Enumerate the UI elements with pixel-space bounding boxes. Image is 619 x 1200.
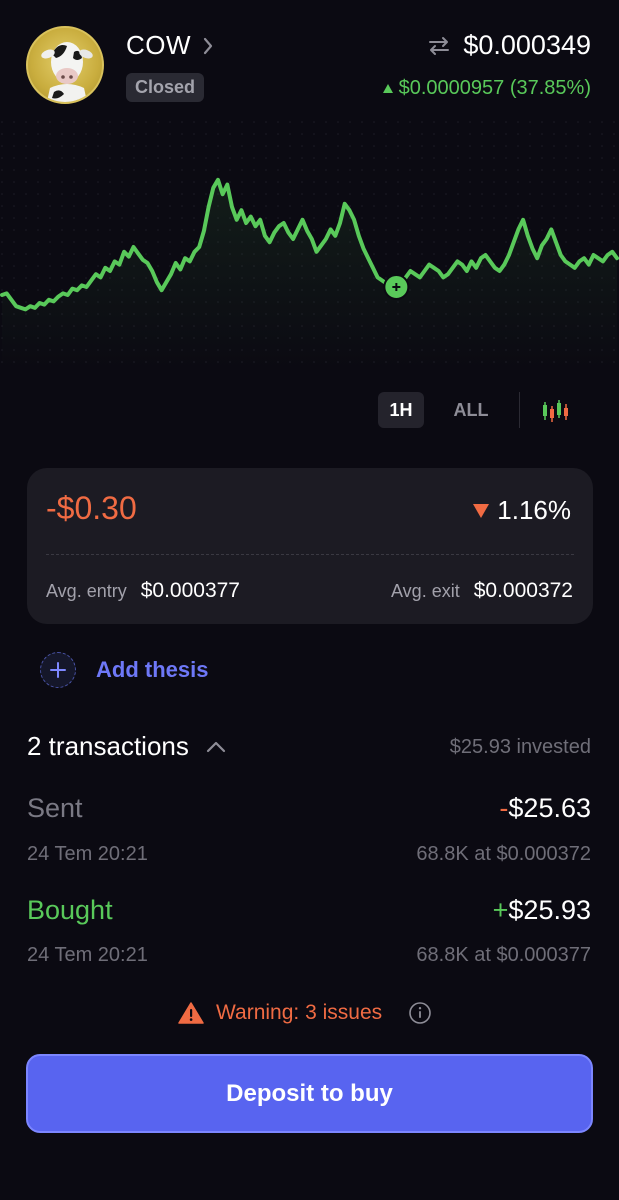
transaction-amount-bought: +$25.93 (493, 895, 591, 926)
avg-exit-value: $0.000372 (473, 579, 573, 602)
status-badge: Closed (126, 73, 205, 102)
triangle-down-icon (473, 503, 490, 518)
amount-value: $25.93 (508, 895, 591, 925)
avg-exit: Avg. exit $0.000372 (391, 579, 573, 603)
avg-exit-label: Avg. exit (391, 581, 460, 601)
add-thesis-button[interactable]: Add thesis (40, 652, 208, 688)
range-divider (519, 392, 520, 428)
info-icon[interactable] (408, 1001, 432, 1025)
deposit-to-buy-button[interactable]: Deposit to buy (26, 1054, 593, 1133)
transaction-type-sent[interactable]: Sent (27, 793, 83, 824)
price-display: $0.000349 (427, 30, 591, 61)
current-price: $0.000349 (463, 30, 591, 60)
avg-entry-label: Avg. entry (46, 581, 127, 601)
pnl-value: -$0.30 (46, 490, 137, 526)
chevron-up-icon (206, 741, 225, 752)
avg-entry: Avg. entry $0.000377 (46, 579, 240, 603)
price-chart-svg (0, 120, 619, 370)
pnl-percent-value: 1.16% (497, 495, 571, 525)
chevron-right-icon (203, 37, 213, 54)
pnl-percent: 1.16% (473, 495, 571, 526)
price-chart[interactable] (0, 120, 619, 370)
candlestick-icon[interactable] (540, 398, 572, 424)
transaction-date: 24 Tem 20:21 (27, 843, 148, 865)
range-1h-button[interactable]: 1H (378, 392, 424, 428)
triangle-up-icon (382, 84, 393, 93)
transaction-detail: 68.8K at $0.000377 (416, 944, 591, 966)
transactions-toggle[interactable]: 2 transactions (27, 731, 227, 762)
amount-value: $25.63 (508, 793, 591, 823)
range-selector: 1H ALL (0, 392, 619, 430)
warning-triangle-icon (178, 1002, 204, 1024)
transaction-date: 24 Tem 20:21 (27, 944, 148, 966)
cow-avatar[interactable] (26, 26, 104, 104)
transaction-type-bought[interactable]: Bought (27, 895, 113, 926)
trade-marker[interactable] (383, 274, 410, 300)
transaction-amount-sent: -$25.63 (499, 793, 591, 824)
price-change: $0.0000957 (37.85%) (382, 77, 591, 100)
avg-entry-value: $0.000377 (140, 579, 240, 602)
transactions-title: 2 transactions (27, 731, 189, 761)
plus-icon (40, 652, 76, 688)
warning-link[interactable]: Warning: 3 issues (178, 1001, 432, 1025)
coin-header: COW Closed $0.000349 $0.0000957 (37.85%) (0, 0, 619, 120)
invested-total: $25.93 invested (449, 736, 591, 758)
cow-icon (41, 42, 93, 102)
swap-icon[interactable] (427, 35, 451, 57)
coin-name: COW (126, 30, 192, 60)
range-all-button[interactable]: ALL (444, 392, 498, 428)
amount-sign: + (492, 895, 509, 925)
position-summary-card: -$0.30 1.16% Avg. entry $0.000377 Avg. e… (27, 468, 593, 624)
divider (46, 554, 574, 555)
coin-name-link[interactable]: COW (126, 30, 215, 61)
price-change-value: $0.0000957 (37.85%) (398, 77, 591, 99)
transaction-detail: 68.8K at $0.000372 (416, 843, 591, 865)
warning-text: Warning: 3 issues (216, 1001, 383, 1024)
add-thesis-label: Add thesis (96, 657, 209, 682)
